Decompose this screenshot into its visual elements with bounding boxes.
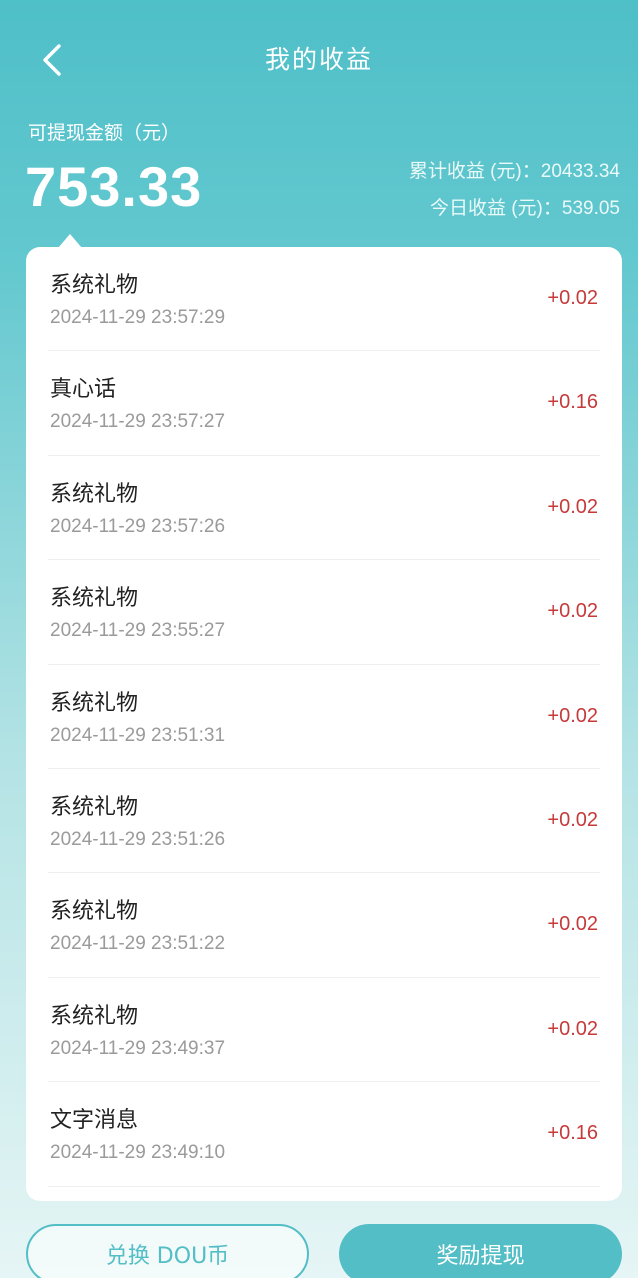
list-item: 系统礼物 2024-11-29 23:57:29 +0.02 <box>48 247 600 352</box>
record-title: 系统礼物 <box>50 690 139 716</box>
exchange-dou-button[interactable]: 兑换 DOU币 <box>26 1224 309 1278</box>
list-item: 系统礼物 2024-11-29 23:49:37 +0.02 <box>48 978 600 1083</box>
record-amount: +0.02 <box>547 1017 598 1040</box>
record-title: 系统礼物 <box>50 899 139 925</box>
record-time: 2024-11-29 23:57:29 <box>50 307 226 328</box>
list-item: 系统礼物 2024-11-29 23:51:26 +0.02 <box>48 769 600 874</box>
page-title: 我的收益 <box>264 45 373 74</box>
record-amount: +0.02 <box>547 287 598 309</box>
record-title: 系统礼物 <box>50 481 139 507</box>
record-title: 系统礼物 <box>50 586 139 612</box>
list-item: 系统礼物 2024-11-29 23:55:27 +0.02 <box>48 560 600 665</box>
record-amount: +0.02 <box>547 495 598 518</box>
available-amount: 753.33 <box>25 155 203 218</box>
earnings-list[interactable]: 系统礼物 2024-11-29 23:57:29 +0.02 真心话 2024-… <box>26 247 622 1201</box>
record-amount: +0.16 <box>547 391 598 414</box>
record-amount: +0.02 <box>547 913 598 936</box>
record-amount: +0.02 <box>547 600 598 623</box>
record-title: 文字消息 <box>50 1108 139 1134</box>
record-time: 2024-11-29 23:57:27 <box>50 411 226 433</box>
record-time: 2024-11-29 23:49:37 <box>50 1037 226 1059</box>
record-amount: +0.02 <box>547 704 598 727</box>
list-item: 系统礼物 2024-11-29 23:57:26 +0.02 <box>48 456 600 561</box>
list-item: 文字消息 2024-11-29 23:49:10 +0.16 <box>48 1082 600 1187</box>
list-item: 真心话 2024-11-29 23:57:27 +0.16 <box>48 351 600 456</box>
record-time: 2024-11-29 23:51:26 <box>50 828 226 850</box>
list-item: 系统礼物 2024-11-29 23:51:22 +0.02 <box>48 873 600 978</box>
record-amount: +0.16 <box>547 1122 598 1145</box>
nav-bar: 我的收益 <box>0 0 638 118</box>
list-item: 系统礼物 2024-11-29 23:51:31 +0.02 <box>48 665 600 769</box>
record-title: 系统礼物 <box>50 1003 139 1029</box>
record-time: 2024-11-29 23:51:22 <box>50 933 226 955</box>
record-time: 2024-11-29 23:57:26 <box>50 515 226 537</box>
total-earnings: 累计收益 (元)：20433.34 <box>408 161 620 182</box>
card-pointer <box>58 234 82 248</box>
record-amount: +0.02 <box>547 808 598 831</box>
record-title: 系统礼物 <box>50 273 139 298</box>
record-time: 2024-11-29 23:49:10 <box>50 1142 226 1164</box>
record-title: 真心话 <box>50 377 117 403</box>
record-time: 2024-11-29 23:51:31 <box>50 724 226 746</box>
withdraw-button[interactable]: 奖励提现 <box>339 1224 622 1278</box>
today-earnings: 今日收益 (元)：539.05 <box>429 198 620 219</box>
record-time: 2024-11-29 23:55:27 <box>50 620 226 642</box>
record-title: 系统礼物 <box>50 794 139 820</box>
available-label: 可提现金额（元） <box>28 122 181 144</box>
